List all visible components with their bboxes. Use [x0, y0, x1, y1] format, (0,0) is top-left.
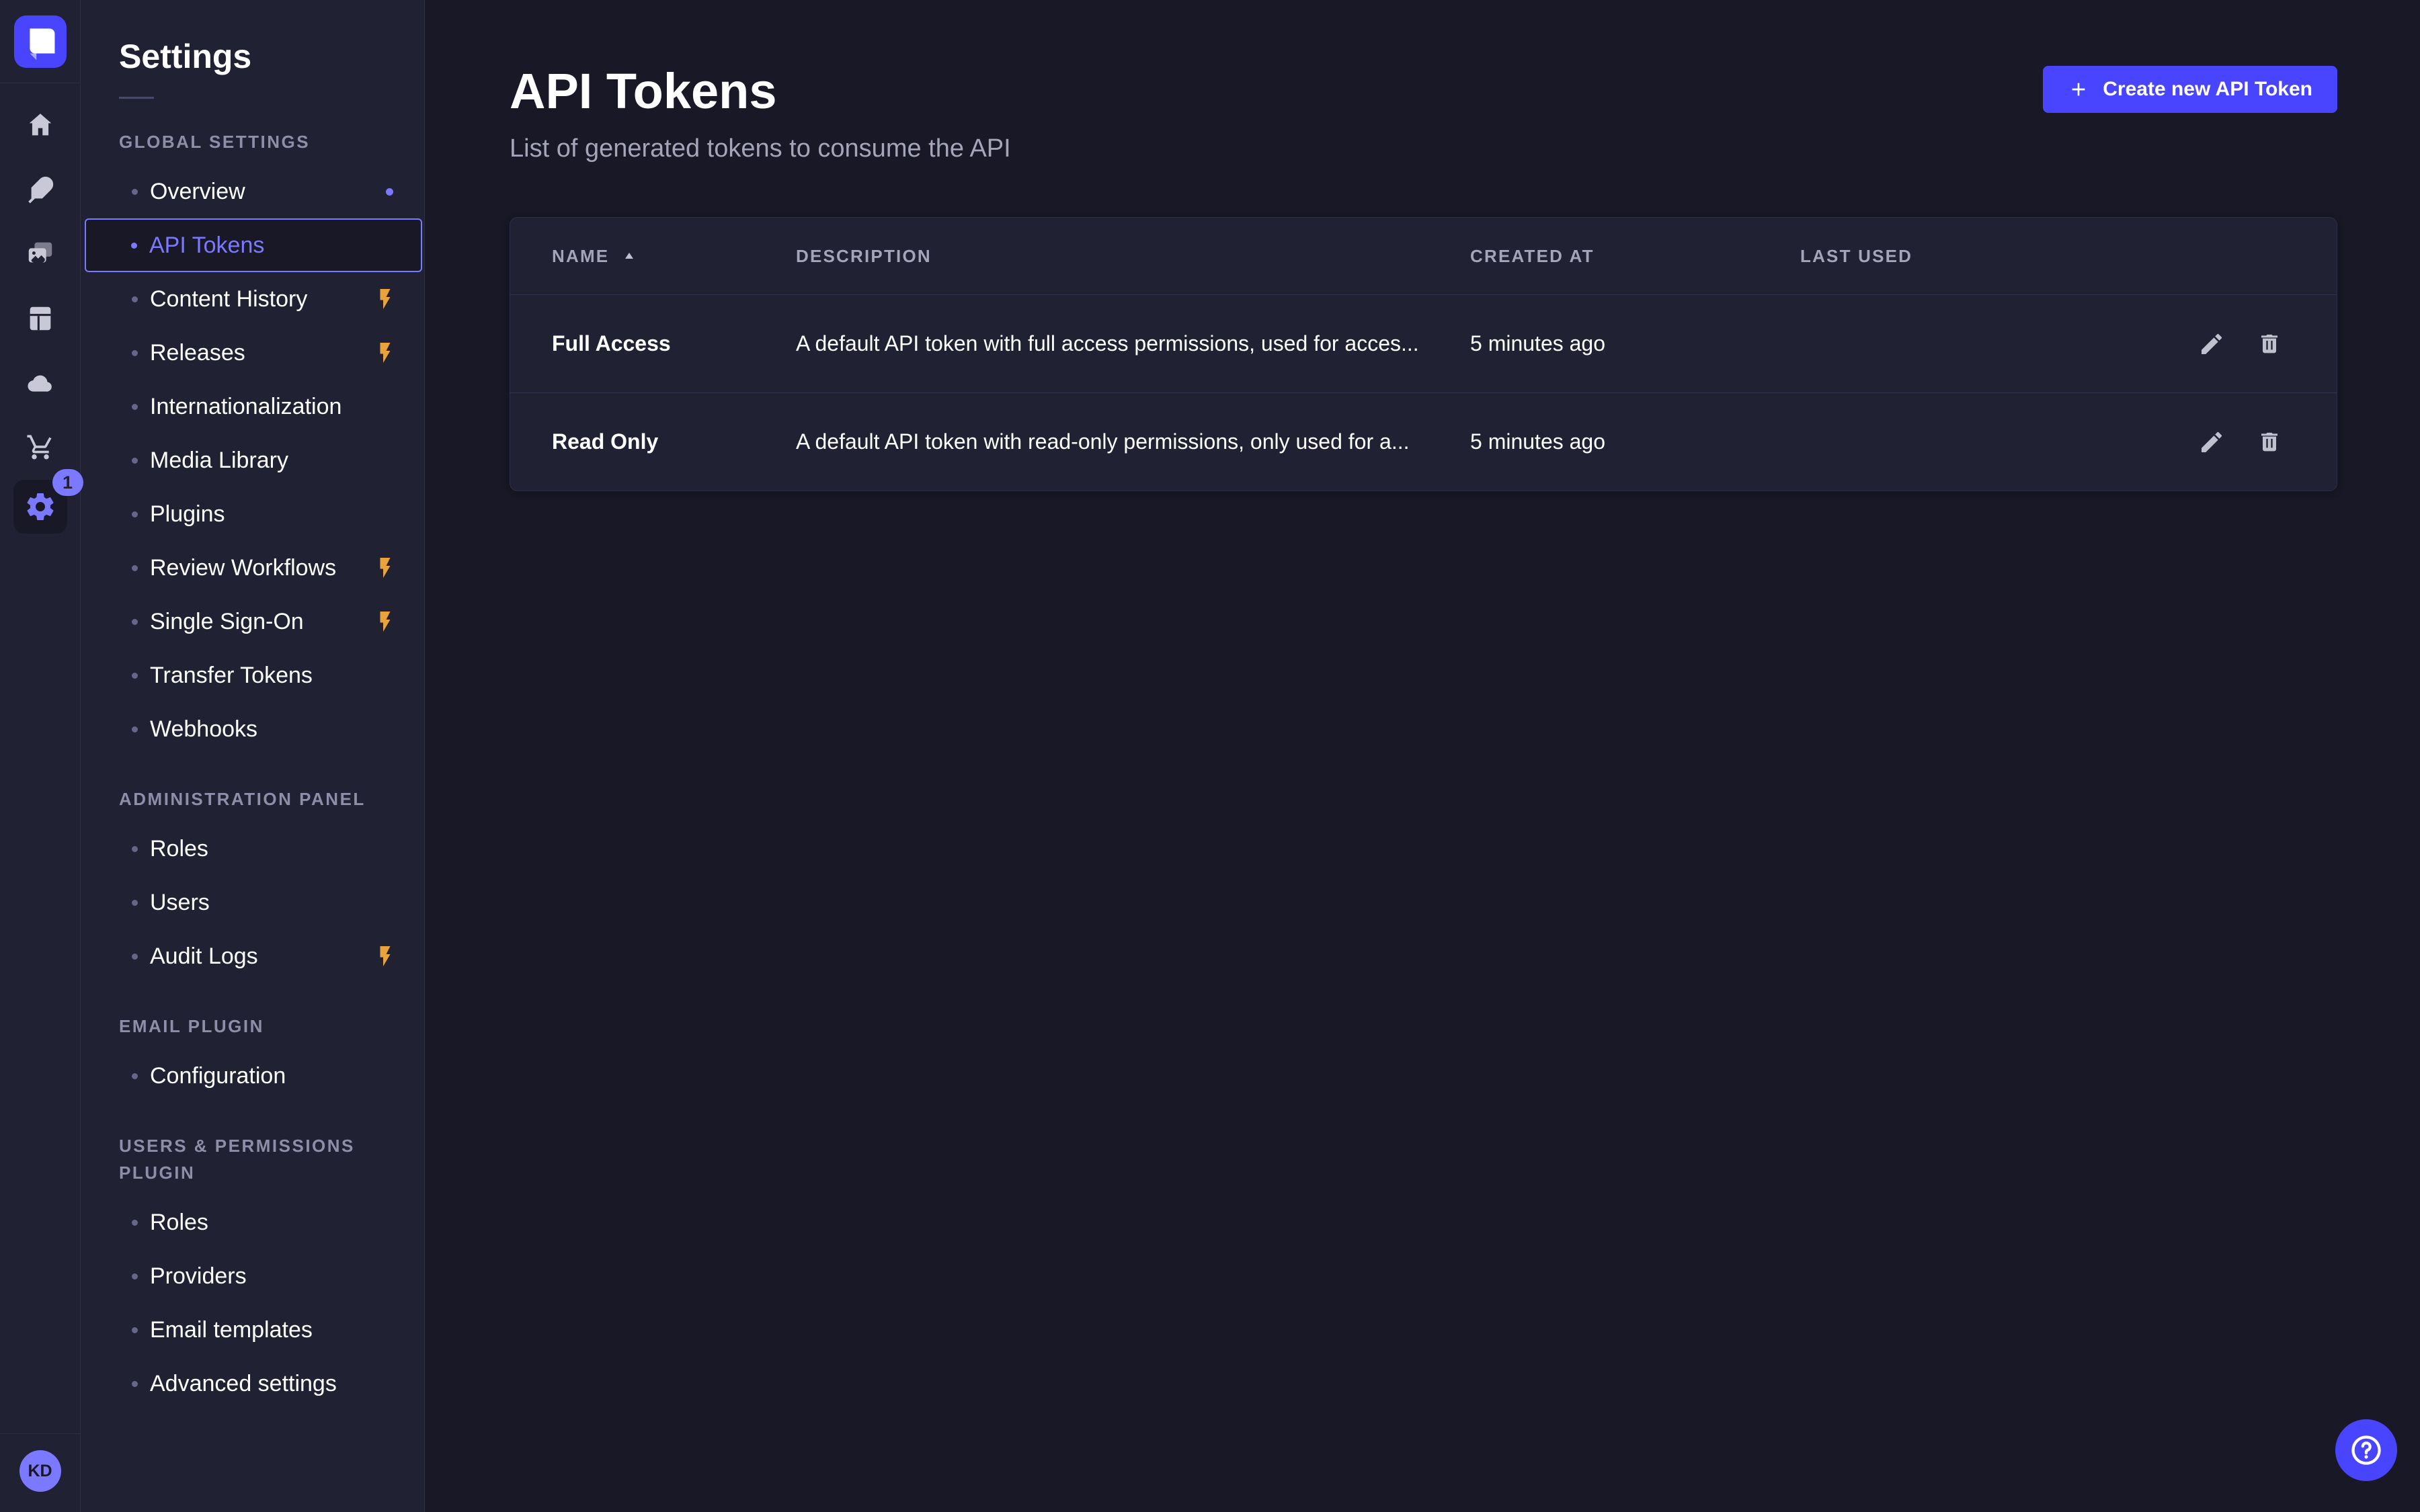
sidebar-title-divider [119, 97, 154, 99]
sidebar-item-review-workflows[interactable]: Review Workflows [81, 541, 424, 595]
lightning-icon [373, 287, 397, 311]
section-label: ADMINISTRATION PANEL [119, 786, 424, 812]
table-row-read-only[interactable]: Read Only A default API token with read-… [510, 392, 2337, 491]
bullet-icon [132, 673, 138, 679]
media-library-icon[interactable] [24, 238, 56, 270]
page-subtitle: List of generated tokens to consume the … [510, 134, 1011, 163]
bullet-icon [132, 900, 138, 906]
token-description: A default API token with read-only permi… [796, 429, 1470, 454]
edit-pencil-icon[interactable] [2198, 331, 2225, 358]
strapi-logo[interactable] [14, 15, 67, 68]
bullet-icon [131, 243, 137, 249]
bullet-icon [132, 619, 138, 625]
bullet-icon [132, 1327, 138, 1333]
create-new-api-token-button[interactable]: Create new API Token [2043, 66, 2337, 113]
section-label: USERS & PERMISSIONS PLUGIN [119, 1132, 424, 1186]
sidebar-item-admin-roles[interactable]: Roles [81, 822, 424, 876]
bullet-icon [132, 726, 138, 732]
delete-trash-icon[interactable] [2256, 429, 2283, 456]
section-administration-panel: ADMINISTRATION PANEL Roles Users Audit L… [81, 786, 424, 983]
sidebar-item-plugins[interactable]: Plugins [81, 487, 424, 541]
sidebar-item-audit-logs[interactable]: Audit Logs [81, 929, 424, 983]
marketplace-cart-icon[interactable] [24, 431, 56, 464]
notification-dot-icon [386, 188, 393, 196]
rail-bottom-divider [0, 1433, 81, 1434]
sidebar-item-single-sign-on[interactable]: Single Sign-On [81, 595, 424, 648]
token-created-at: 5 minutes ago [1470, 331, 1800, 356]
strapi-logo-icon [14, 15, 67, 68]
bullet-icon [132, 1073, 138, 1079]
api-tokens-table: NAME DESCRIPTION CREATED AT LAST USED Fu… [510, 217, 2337, 491]
section-users-permissions-plugin: USERS & PERMISSIONS PLUGIN Roles Provide… [81, 1132, 424, 1411]
user-avatar[interactable]: KD [19, 1450, 61, 1492]
token-name: Read Only [510, 429, 796, 454]
delete-trash-icon[interactable] [2256, 331, 2283, 358]
settings-notification-badge: 1 [52, 469, 83, 496]
bullet-icon [132, 296, 138, 302]
sidebar-item-advanced-settings[interactable]: Advanced settings [81, 1357, 424, 1411]
settings-gear-icon [24, 491, 56, 523]
feather-icon[interactable] [24, 173, 56, 206]
section-label: EMAIL PLUGIN [119, 1013, 424, 1040]
column-header-name[interactable]: NAME [510, 246, 796, 267]
token-name: Full Access [510, 331, 796, 356]
sidebar-item-up-roles[interactable]: Roles [81, 1195, 424, 1249]
section-label: GLOBAL SETTINGS [119, 128, 424, 155]
plus-icon [2068, 79, 2089, 100]
column-header-created-at: CREATED AT [1470, 246, 1800, 267]
sidebar-item-api-tokens[interactable]: API Tokens [85, 218, 422, 272]
token-description: A default API token with full access per… [796, 331, 1470, 356]
help-button[interactable] [2335, 1419, 2397, 1481]
bullet-icon [132, 511, 138, 517]
lightning-icon [373, 341, 397, 365]
sidebar-item-providers[interactable]: Providers [81, 1249, 424, 1303]
bullet-icon [132, 1381, 138, 1387]
icon-rail: 1 KD [0, 0, 81, 1512]
token-created-at: 5 minutes ago [1470, 429, 1800, 454]
bullet-icon [132, 350, 138, 356]
sidebar-item-admin-users[interactable]: Users [81, 876, 424, 929]
settings-gear-button[interactable]: 1 [13, 480, 67, 534]
sidebar-title: Settings [119, 38, 424, 75]
lightning-icon [373, 944, 397, 968]
column-header-last-used: LAST USED [1800, 246, 2162, 267]
main-content: API Tokens List of generated tokens to c… [425, 0, 2420, 1512]
column-header-description: DESCRIPTION [796, 246, 1470, 267]
layout-icon[interactable] [24, 302, 56, 335]
table-row-full-access[interactable]: Full Access A default API token with ful… [510, 294, 2337, 392]
section-email-plugin: EMAIL PLUGIN Configuration [81, 1013, 424, 1103]
bullet-icon [132, 565, 138, 571]
sort-ascending-icon [621, 248, 637, 264]
sidebar-item-media-library[interactable]: Media Library [81, 433, 424, 487]
lightning-icon [373, 610, 397, 634]
question-mark-icon [2349, 1433, 2384, 1468]
sidebar-item-releases[interactable]: Releases [81, 326, 424, 380]
sidebar-item-overview[interactable]: Overview [81, 165, 424, 218]
sidebar-item-email-templates[interactable]: Email templates [81, 1303, 424, 1357]
bullet-icon [132, 189, 138, 195]
section-global-settings: GLOBAL SETTINGS Overview API Tokens Cont… [81, 128, 424, 756]
settings-sidebar: Settings GLOBAL SETTINGS Overview API To… [81, 0, 425, 1512]
sidebar-item-internationalization[interactable]: Internationalization [81, 380, 424, 433]
page-title: API Tokens [510, 64, 1011, 119]
cloud-icon[interactable] [24, 367, 56, 399]
sidebar-item-webhooks[interactable]: Webhooks [81, 702, 424, 756]
home-icon[interactable] [24, 109, 56, 141]
bullet-icon [132, 954, 138, 960]
sidebar-item-transfer-tokens[interactable]: Transfer Tokens [81, 648, 424, 702]
lightning-icon [373, 556, 397, 580]
sidebar-item-content-history[interactable]: Content History [81, 272, 424, 326]
bullet-icon [132, 458, 138, 464]
bullet-icon [132, 1220, 138, 1226]
bullet-icon [132, 1273, 138, 1279]
edit-pencil-icon[interactable] [2198, 429, 2225, 456]
bullet-icon [132, 404, 138, 410]
bullet-icon [132, 846, 138, 852]
sidebar-item-email-configuration[interactable]: Configuration [81, 1049, 424, 1103]
table-header-row: NAME DESCRIPTION CREATED AT LAST USED [510, 218, 2337, 294]
